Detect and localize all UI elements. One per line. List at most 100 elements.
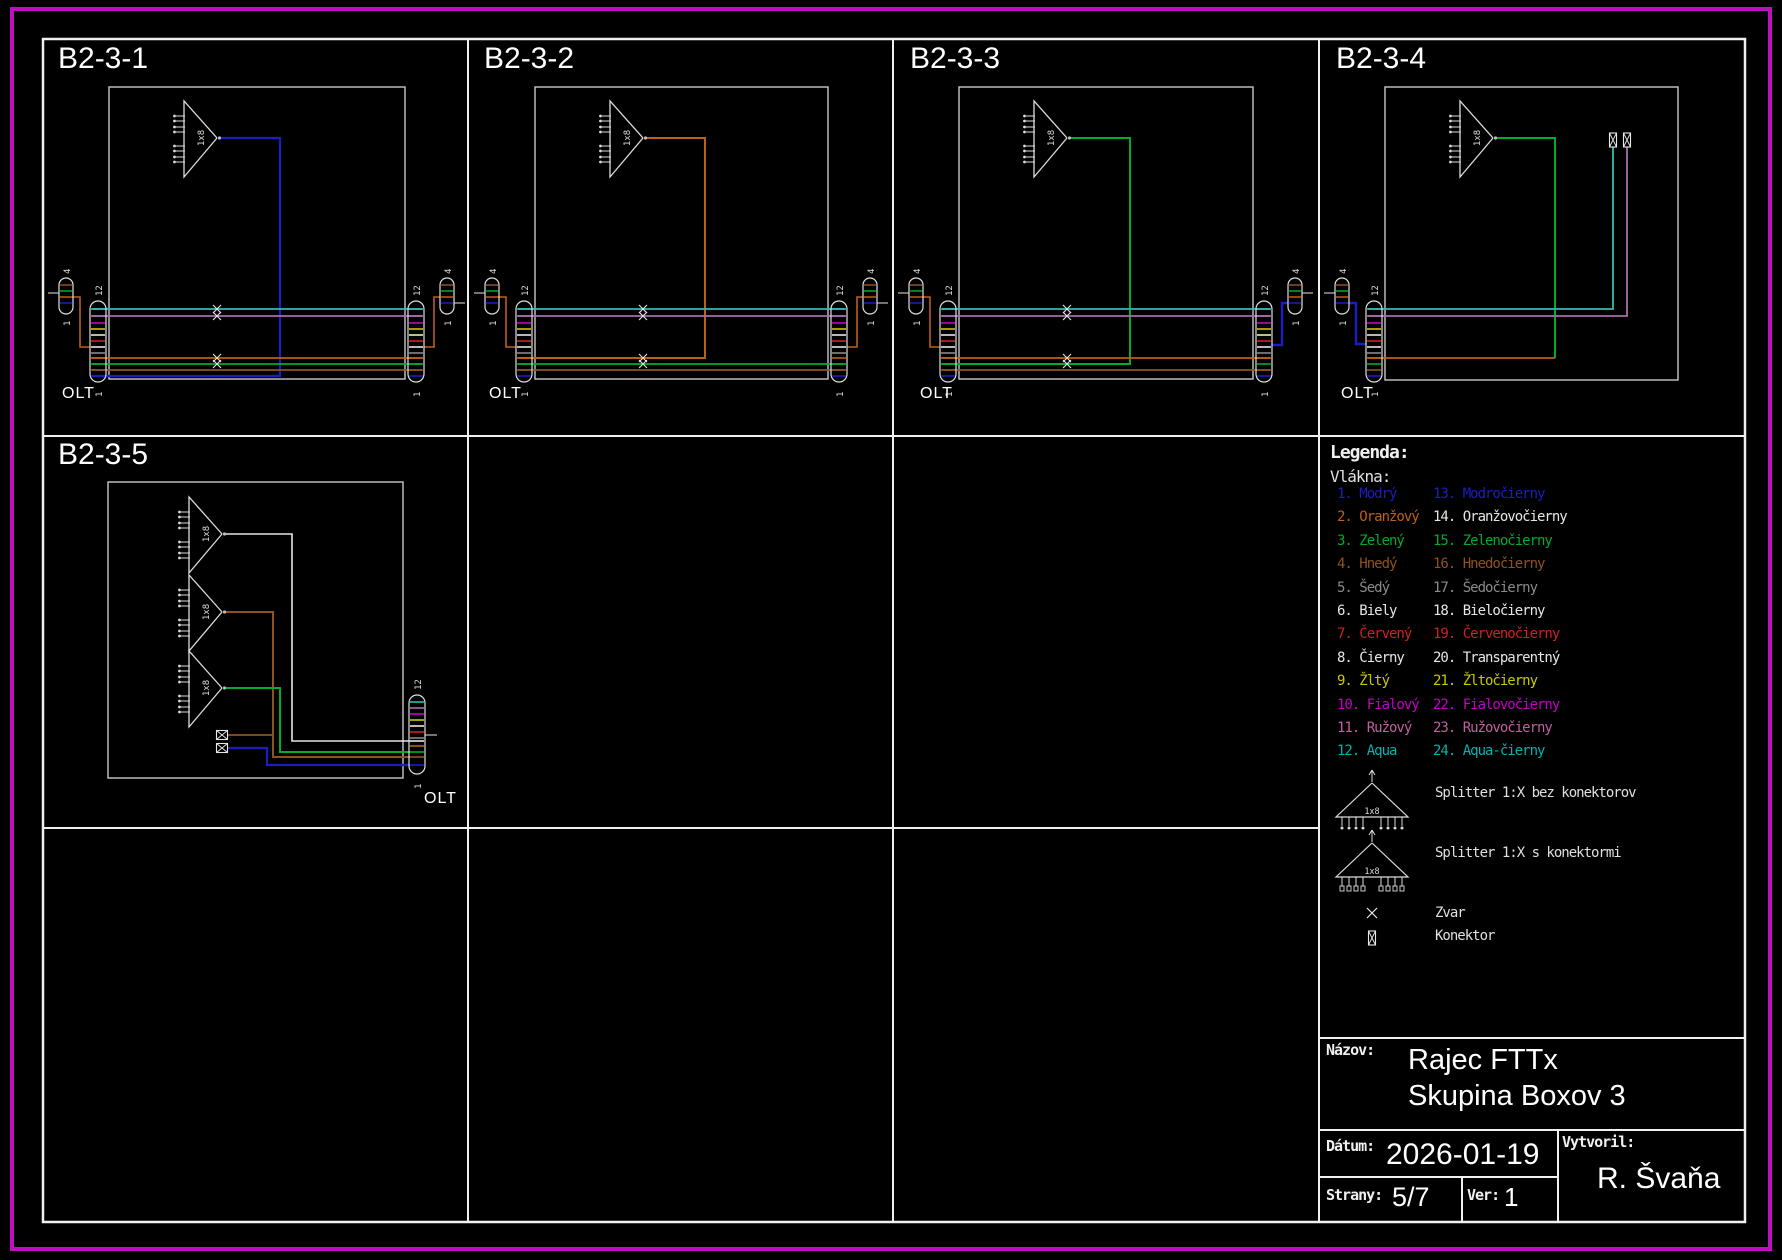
fiber-path-blue [1272,303,1288,345]
panel-box [109,87,405,379]
splitter-output-dot [178,541,181,544]
splitter-output-dot [178,600,181,603]
olt-label-B2-3-5: OLT [424,791,457,807]
fiber-cap-4 [1335,278,1349,314]
splitter-output-dot [1023,120,1026,123]
cap-count-label: 4 [1339,269,1349,274]
splitter-output-dot [178,711,181,714]
titleblock-vytvoril-label: Vytvoril: [1562,1135,1634,1150]
bracket-index-label: 1 [521,392,531,397]
cap-count-label: 4 [63,269,73,274]
splitter-output-dot [178,552,181,555]
fiber-path-pink [1368,147,1627,316]
splitter-output-dot [178,619,181,622]
splitter-output-dot [178,706,181,709]
legend-fiber-3: 3. Zelený [1337,534,1404,548]
legend-splitter-ratio: 1x8 [1364,807,1379,817]
splitter-input-dot [223,686,226,689]
legend-splitter-conn-label: Splitter 1:X s konektormi [1435,846,1621,860]
splitter-output-dot [173,115,176,118]
legend-splitter-tick-dot [1348,827,1351,830]
splitter-output-dot [1449,131,1452,134]
splitter-input-dot [644,136,647,139]
splitter-output-dot [1023,161,1026,164]
titleblock-datum-label: Dátum: [1326,1139,1374,1154]
splitter-output-dot [178,527,181,530]
legend-splitter-tick-square [1386,886,1390,891]
legend-fiber-23: 23. Ružovočierny [1433,721,1552,735]
splitter-output-dot [178,695,181,698]
splitter-input-dot [1068,136,1071,139]
legend-konektor-label: Konektor [1435,929,1494,943]
cap-count-label: 4 [867,269,877,274]
fiber-path-orange [518,138,705,358]
legend-header: Legenda: [1330,444,1409,462]
titleblock-strany-label: Strany: [1326,1188,1382,1203]
bracket-count-label: 12 [1261,285,1271,296]
legend-fiber-1: 1. Modrý [1337,487,1396,501]
legend-splitter-tick-dot [1387,827,1390,830]
legend-fiber-7: 7. Červený [1337,627,1411,641]
legend-fiber-5: 5. Šedý [1337,581,1389,595]
splitter-input-dot [223,532,226,535]
fiber-cap-4 [863,278,877,314]
splitter-output-dot [1449,115,1452,118]
legend-splitter-tick-square [1400,886,1404,891]
legend-fiber-2: 2. Oranžový [1337,510,1419,524]
cap-index-label: 1 [63,321,73,326]
splitter-output-dot [599,150,602,153]
splitter-output-dot [178,676,181,679]
bracket-index-label: 1 [836,392,846,397]
splitter-ratio-label: 1x8 [202,680,212,696]
panel-title-B2-3-5: B2-3-5 [58,440,148,470]
splitter-output-dot [178,557,181,560]
splitter-output-dot [173,145,176,148]
fiber-path-green [1496,138,1555,358]
titleblock-nazov-line2: Skupina Boxov 3 [1408,1082,1626,1111]
legend-splitter-tick-dot [1355,827,1358,830]
splitter-input-dot [1494,136,1497,139]
splitter-output-dot [599,126,602,129]
legend-fiber-11: 11. Ružový [1337,721,1411,735]
bracket-count-label: 12 [1371,285,1381,296]
legend-fiber-20: 20. Transparentný [1433,651,1559,665]
legend-fiber-8: 8. Čierny [1337,651,1404,665]
cap-index-label: 1 [489,321,499,326]
bracket-index-label: 1 [413,392,423,397]
legend-splitter-noconn-label: Splitter 1:X bez konektorov [1435,786,1636,800]
splitter-ratio-label: 1x8 [1473,130,1483,146]
legend-fiber-17: 17. Šedočierny [1433,581,1537,595]
legend-splitter-tick-square [1347,886,1351,891]
legend-splitter-tick-dot [1394,827,1397,830]
legend-splitter-tick-dot [1401,827,1404,830]
titleblock-nazov-line1: Rajec FTTx [1408,1046,1558,1075]
legend-fiber-15: 15. Zelenočierny [1433,534,1552,548]
cap-index-label: 1 [1339,321,1349,326]
splitter-output-dot [1449,145,1452,148]
olt-label-B2-3-3: OLT [920,386,953,402]
splitter-output-dot [173,156,176,159]
splitter-output-dot [599,156,602,159]
fiber-path-orange [847,297,863,347]
splitter-output-dot [1449,126,1452,129]
bracket-count-label: 12 [413,285,423,296]
splitter-input-dot [218,136,221,139]
splitter-output-dot [173,131,176,134]
splitter-output-dot [599,131,602,134]
fiber-cap-4 [59,278,73,314]
fiber-path-orange [498,297,516,347]
legend-fiber-12: 12. Aqua [1337,744,1396,758]
bracket-index-label: 1 [95,392,105,397]
bracket-count-label: 12 [521,285,531,296]
fiber-path-white [225,534,410,741]
titleblock-ver-label: Ver: [1467,1188,1499,1203]
olt-label-B2-3-4: OLT [1341,386,1374,402]
legend-fiber-22: 22. Fialovočierny [1433,698,1559,712]
splitter-output-dot [599,161,602,164]
titleblock-strany-value: 5/7 [1392,1184,1430,1211]
splitter-output-dot [178,605,181,608]
bracket-count-label: 12 [945,285,955,296]
titleblock-datum-value: 2026-01-19 [1386,1140,1539,1170]
splitter-ratio-label: 1x8 [202,526,212,542]
titleblock-nazov-label: Názov: [1326,1043,1374,1058]
